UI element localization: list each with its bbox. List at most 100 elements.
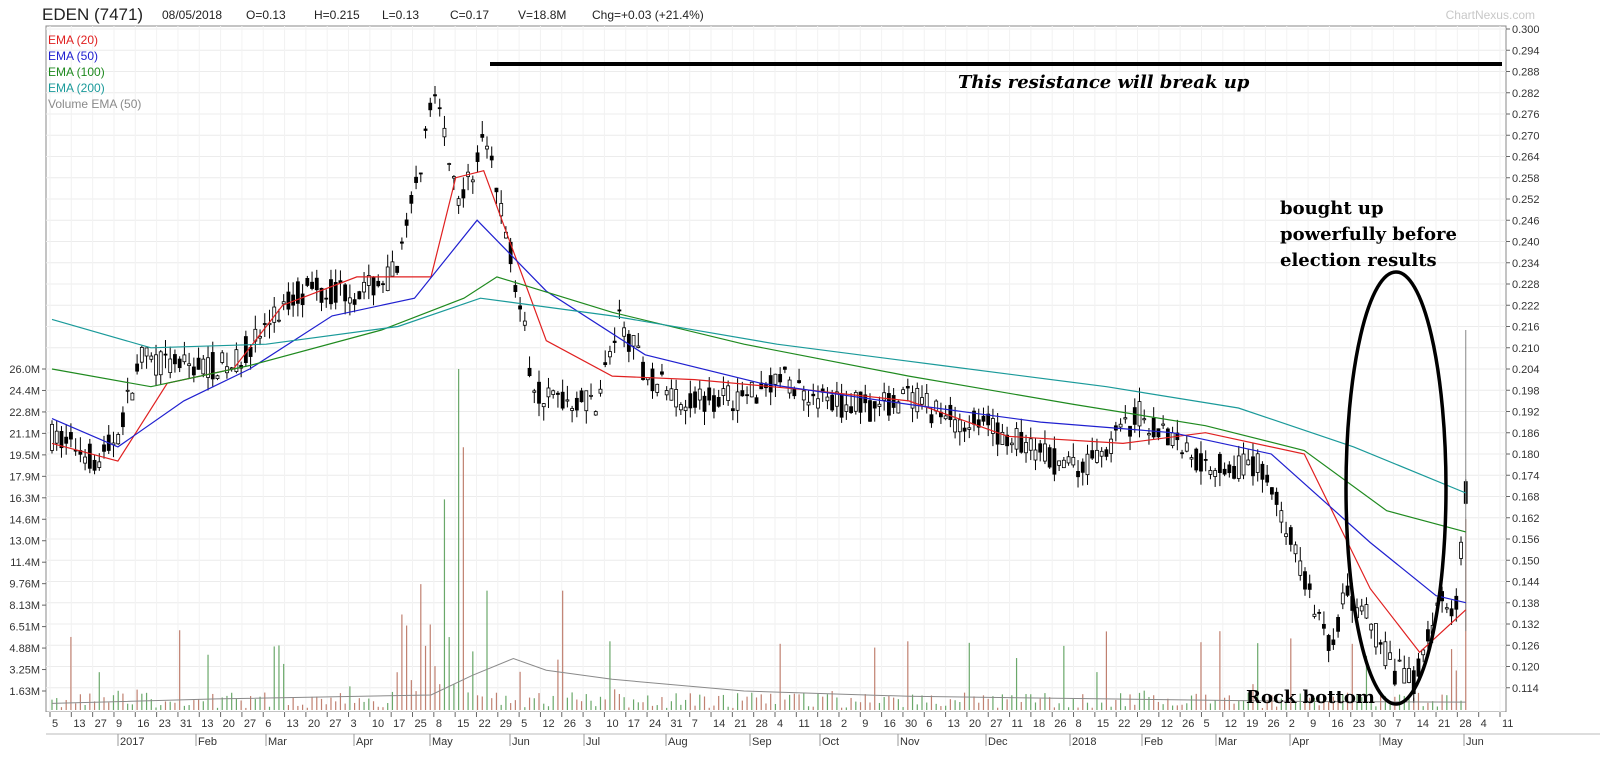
price-bar xyxy=(1317,611,1322,614)
month-label: Oct xyxy=(822,736,839,748)
price-bar xyxy=(423,128,428,131)
price-bar xyxy=(191,366,196,376)
date-tick-label: 26 xyxy=(564,718,576,730)
price-bar xyxy=(1312,613,1317,617)
price-bar xyxy=(1236,455,1241,479)
volume-axis: 26.0M 24.4M 22.8M 21.1M 19.5M 17.9M 16.3M 14.6M… xyxy=(9,364,46,698)
price-bar xyxy=(1109,438,1114,454)
price-bar xyxy=(1043,443,1047,462)
price-bar xyxy=(910,392,915,409)
price-bar xyxy=(352,299,357,305)
price-bar xyxy=(541,403,546,408)
price-bar xyxy=(792,388,797,397)
legend-entry: EMA (200) xyxy=(48,81,105,95)
price-tick-label: 0.282 xyxy=(1512,88,1540,100)
price-bar xyxy=(816,398,820,409)
price-bar xyxy=(1397,659,1402,662)
price-bar xyxy=(660,371,664,375)
price-bar xyxy=(1142,418,1147,421)
price-bar xyxy=(262,323,267,325)
date-tick-label: 11 xyxy=(798,718,809,730)
price-bar xyxy=(1274,491,1279,505)
date-tick-label: 31 xyxy=(670,718,682,730)
price-tick-label: 0.264 xyxy=(1512,152,1540,164)
date-tick-label: 11 xyxy=(1502,718,1513,730)
price-tick-label: 0.210 xyxy=(1512,343,1540,355)
month-label: Jun xyxy=(1466,736,1484,748)
date-tick-label: 13 xyxy=(201,718,213,730)
price-bar xyxy=(87,443,92,469)
price-bar xyxy=(1024,442,1028,454)
election-annotation-line: bought up xyxy=(1280,198,1384,219)
price-bar xyxy=(1009,442,1014,446)
price-bar xyxy=(1222,468,1227,475)
date-tick-label: 16 xyxy=(1331,718,1343,730)
price-bar xyxy=(447,163,452,165)
date-tick-label: 21 xyxy=(734,718,746,730)
price-bar xyxy=(806,401,811,406)
price-bar xyxy=(887,393,891,416)
price-bar xyxy=(1033,449,1038,461)
legend-entry: EMA (20) xyxy=(48,33,98,47)
price-bar xyxy=(560,391,565,409)
price-bar xyxy=(967,427,972,430)
price-tick-label: 0.204 xyxy=(1512,364,1540,376)
price-tick-label: 0.294 xyxy=(1512,45,1540,57)
price-bar xyxy=(650,368,655,392)
price-bar xyxy=(1454,595,1459,610)
price-bar xyxy=(1151,417,1156,438)
price-bar xyxy=(300,293,305,306)
price-bar xyxy=(589,394,593,397)
price-bar xyxy=(125,389,130,392)
price-tick-label: 0.114 xyxy=(1512,683,1539,695)
price-bar xyxy=(1156,428,1161,438)
price-bar xyxy=(347,297,352,304)
date-tick-label: 5 xyxy=(52,718,58,730)
price-bar xyxy=(1180,452,1184,455)
price-bar xyxy=(929,414,934,424)
price-tick-label: 0.276 xyxy=(1512,109,1540,121)
price-bar xyxy=(726,385,731,401)
price-bar xyxy=(712,395,716,412)
date-tick-label: 28 xyxy=(1459,718,1471,730)
date-tick-label: 28 xyxy=(756,718,768,730)
price-bar xyxy=(1449,608,1454,617)
price-bar xyxy=(617,309,622,312)
price-bar xyxy=(456,198,461,206)
volume-tick-label: 17.9M xyxy=(9,471,40,483)
date-tick-label: 16 xyxy=(137,718,149,730)
month-label: May xyxy=(1382,736,1403,748)
price-bar xyxy=(1378,642,1383,645)
date-tick-label: 26 xyxy=(1267,718,1279,730)
price-bar xyxy=(121,412,125,428)
price-bar xyxy=(461,189,466,199)
price-bar xyxy=(565,399,570,402)
price-bar xyxy=(872,401,877,409)
legend-entry: EMA (50) xyxy=(48,49,98,63)
date-tick-label: 20 xyxy=(223,718,235,730)
price-bar xyxy=(1104,449,1109,457)
price-bar xyxy=(655,383,660,393)
price-bar xyxy=(669,388,674,401)
price-bar xyxy=(1213,470,1218,477)
price-bar xyxy=(1099,450,1104,457)
price-bar xyxy=(608,351,612,358)
price-tick-label: 0.132 xyxy=(1512,619,1540,631)
price-bar xyxy=(1184,442,1189,452)
price-bar xyxy=(1383,641,1388,667)
price-axis: 0.300 0.294 0.288 0.282 0.276 0.270 0.264 0.258… xyxy=(1506,24,1540,695)
date-tick-label: 15 xyxy=(1097,718,1109,730)
month-label: Feb xyxy=(1144,736,1163,748)
price-bar xyxy=(1307,583,1312,590)
price-bar xyxy=(527,367,532,377)
price-tick-label: 0.138 xyxy=(1512,598,1540,610)
price-bar xyxy=(1359,605,1364,612)
price-bar xyxy=(1080,461,1085,473)
month-label: Mar xyxy=(268,736,287,748)
date-tick-label: 13 xyxy=(73,718,85,730)
date-tick-label: 4 xyxy=(1481,718,1487,730)
price-bar xyxy=(243,336,248,363)
date-tick-label: 27 xyxy=(95,718,107,730)
price-bar xyxy=(962,427,967,432)
price-bar xyxy=(1426,629,1430,642)
